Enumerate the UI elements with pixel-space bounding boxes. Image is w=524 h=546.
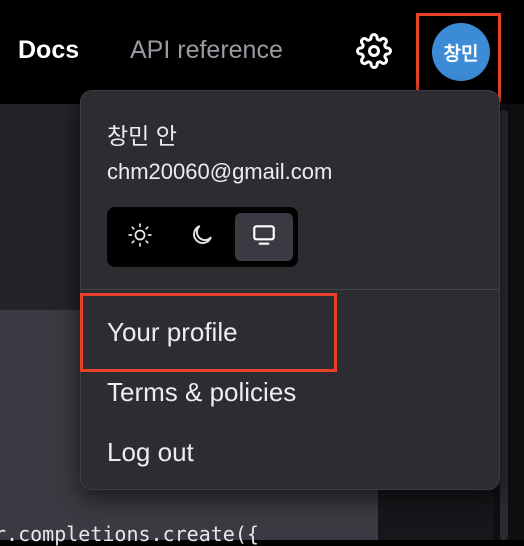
menu-divider [81, 289, 499, 290]
monitor-icon [251, 222, 277, 253]
code-line: r.completions.create({ [0, 522, 259, 546]
terms-policies-menu-item[interactable]: Terms & policies [107, 377, 296, 408]
nav-docs-link[interactable]: Docs [18, 36, 79, 65]
theme-dark-button[interactable] [173, 213, 231, 261]
nav-api-reference-link[interactable]: API reference [130, 36, 283, 65]
log-out-menu-item[interactable]: Log out [107, 437, 194, 468]
scrollbar-thumb[interactable] [500, 110, 508, 540]
avatar-highlight-box [416, 13, 501, 102]
theme-system-button[interactable] [235, 213, 293, 261]
theme-light-button[interactable] [111, 213, 169, 261]
sun-icon [127, 222, 153, 253]
gear-icon[interactable] [356, 33, 392, 69]
user-name: 창민 안 [107, 123, 177, 149]
profile-highlight-box [80, 293, 337, 372]
account-dropdown-menu: 창민 안 chm20060@gmail.com Your profile Ter… [80, 90, 500, 490]
theme-switcher [107, 207, 298, 267]
moon-icon [189, 222, 215, 253]
user-email: chm20060@gmail.com [107, 159, 333, 184]
